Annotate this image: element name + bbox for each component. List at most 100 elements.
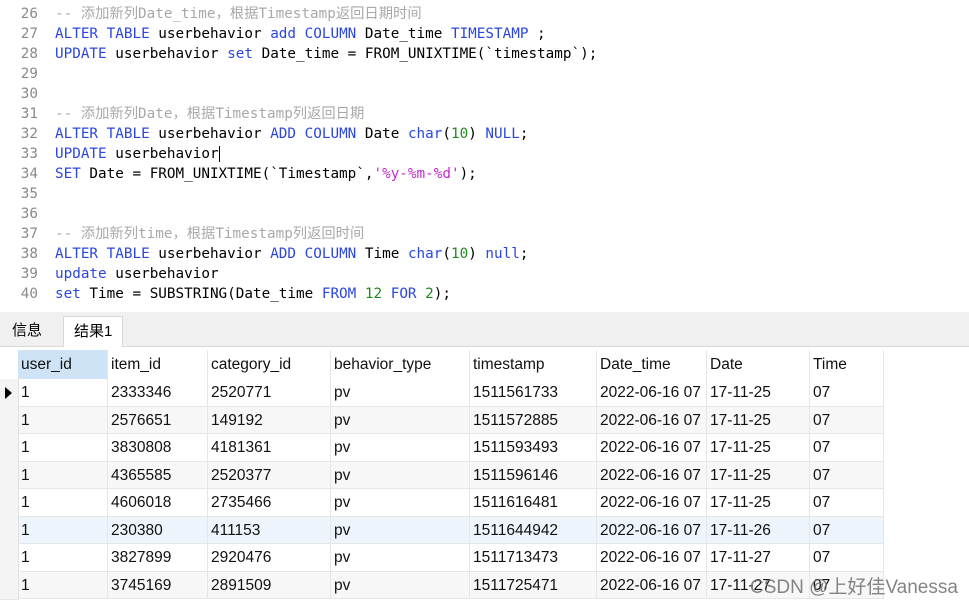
- table-row[interactable]: 1 4606018 2735466 pv 1511616481 2022-06-16 07…: [0, 489, 884, 518]
- tab-result-1[interactable]: 结果1: [63, 316, 124, 347]
- row-indicator[interactable]: [0, 379, 19, 408]
- table-row[interactable]: 1 3830808 4181361 pv 1511593493 2022-06-16 07…: [0, 434, 884, 463]
- cell-date-time[interactable]: 2022-06-16 07: [597, 379, 707, 407]
- cell-timestamp[interactable]: 1511596146: [470, 461, 597, 489]
- cell-user-id[interactable]: 1: [18, 406, 108, 434]
- row-indicator[interactable]: [0, 406, 19, 435]
- cell-timestamp[interactable]: 1511713473: [470, 544, 597, 572]
- cell-item-id[interactable]: 3745169: [108, 571, 208, 599]
- cell-date[interactable]: 17-11-25: [707, 434, 810, 462]
- cell-timestamp[interactable]: 1511561733: [470, 379, 597, 407]
- cell-behavior-type[interactable]: pv: [331, 406, 470, 434]
- column-header-timestamp[interactable]: timestamp: [470, 350, 597, 379]
- cell-category-id[interactable]: 149192: [208, 406, 331, 434]
- row-indicator[interactable]: [0, 489, 19, 518]
- cell-item-id[interactable]: 3830808: [108, 434, 208, 462]
- cell-category-id[interactable]: 2520377: [208, 461, 331, 489]
- cell-item-id[interactable]: 4365585: [108, 461, 208, 489]
- cell-category-id[interactable]: 2891509: [208, 571, 331, 599]
- sql-keyword: ALTER TABLE: [55, 246, 150, 262]
- cell-time[interactable]: 07: [810, 544, 884, 572]
- sql-keyword: ALTER TABLE: [55, 26, 150, 42]
- cell-category-id[interactable]: 2735466: [208, 489, 331, 517]
- line-number: 34: [20, 166, 38, 182]
- table-row[interactable]: 1 3827899 2920476 pv 1511713473 2022-06-16 07…: [0, 544, 884, 573]
- sql-token: (: [442, 246, 451, 262]
- cell-user-id[interactable]: 1: [18, 434, 108, 462]
- table-row[interactable]: 1 2576651 149192 pv 1511572885 2022-06-16 07 1…: [0, 406, 884, 435]
- sql-token: ): [468, 246, 486, 262]
- row-indicator[interactable]: [0, 516, 19, 545]
- cell-date[interactable]: 17-11-25: [707, 379, 810, 407]
- cell-item-id[interactable]: 3827899: [108, 544, 208, 572]
- cell-time[interactable]: 07: [810, 489, 884, 517]
- column-header-category-id[interactable]: category_id: [208, 350, 331, 379]
- cell-user-id[interactable]: 1: [18, 516, 108, 544]
- cell-category-id[interactable]: 411153: [208, 516, 331, 544]
- table-row[interactable]: 1 4365585 2520377 pv 1511596146 2022-06-16 07…: [0, 461, 884, 490]
- cell-item-id[interactable]: 2333346: [108, 379, 208, 407]
- cell-behavior-type[interactable]: pv: [331, 489, 470, 517]
- cell-item-id[interactable]: 4606018: [108, 489, 208, 517]
- column-header-time[interactable]: Time: [810, 350, 884, 379]
- cell-behavior-type[interactable]: pv: [331, 571, 470, 599]
- cell-category-id[interactable]: 2920476: [208, 544, 331, 572]
- cell-behavior-type[interactable]: pv: [331, 544, 470, 572]
- cell-user-id[interactable]: 1: [18, 461, 108, 489]
- cell-date-time[interactable]: 2022-06-16 07: [597, 489, 707, 517]
- line-number: 33: [20, 146, 38, 162]
- cell-date[interactable]: 17-11-25: [707, 406, 810, 434]
- column-header-date[interactable]: Date: [707, 350, 810, 379]
- cell-date-time[interactable]: 2022-06-16 07: [597, 406, 707, 434]
- column-header-item-id[interactable]: item_id: [108, 350, 208, 379]
- cell-date-time[interactable]: 2022-06-16 07: [597, 544, 707, 572]
- row-indicator[interactable]: [0, 434, 19, 463]
- cell-item-id[interactable]: 2576651: [108, 406, 208, 434]
- cell-behavior-type[interactable]: pv: [331, 461, 470, 489]
- cell-behavior-type[interactable]: pv: [331, 379, 470, 407]
- cell-time[interactable]: 07: [810, 516, 884, 544]
- cell-timestamp[interactable]: 1511572885: [470, 406, 597, 434]
- cell-time[interactable]: 07: [810, 406, 884, 434]
- cell-user-id[interactable]: 1: [18, 544, 108, 572]
- cell-behavior-type[interactable]: pv: [331, 434, 470, 462]
- column-header-date-time[interactable]: Date_time: [597, 350, 707, 379]
- column-header-behavior-type[interactable]: behavior_type: [331, 350, 470, 379]
- cell-date-time[interactable]: 2022-06-16 07: [597, 434, 707, 462]
- cell-time[interactable]: 07: [810, 461, 884, 489]
- text-caret: [218, 146, 220, 162]
- cell-item-id[interactable]: 230380: [108, 516, 208, 544]
- column-header-user-id[interactable]: user_id: [18, 350, 108, 379]
- cell-time[interactable]: 07: [810, 379, 884, 407]
- cell-category-id[interactable]: 2520771: [208, 379, 331, 407]
- cell-date[interactable]: 17-11-25: [707, 461, 810, 489]
- cell-user-id[interactable]: 1: [18, 571, 108, 599]
- cell-user-id[interactable]: 1: [18, 489, 108, 517]
- cell-timestamp[interactable]: 1511616481: [470, 489, 597, 517]
- cell-timestamp[interactable]: 1511725471: [470, 571, 597, 599]
- cell-date-time[interactable]: 2022-06-16 07: [597, 461, 707, 489]
- cell-timestamp[interactable]: 1511593493: [470, 434, 597, 462]
- sql-token: userbehavior: [106, 46, 228, 62]
- tab-info[interactable]: 信息: [2, 316, 52, 346]
- row-indicator[interactable]: [0, 544, 19, 573]
- table-row[interactable]: 1 2333346 2520771 pv 1511561733 2022-06-16 07…: [0, 379, 884, 408]
- cell-timestamp[interactable]: 1511644942: [470, 516, 597, 544]
- cell-user-id[interactable]: 1: [18, 379, 108, 407]
- row-indicator[interactable]: [0, 461, 19, 490]
- cell-time[interactable]: 07: [810, 434, 884, 462]
- cell-date[interactable]: 17-11-27: [707, 544, 810, 572]
- sql-editor[interactable]: 26 -- 添加新列Date_time，根据Timestamp返回日期时间 27 AL…: [0, 0, 969, 312]
- cell-date[interactable]: 17-11-25: [707, 489, 810, 517]
- sql-keyword: FOR: [390, 286, 417, 302]
- cell-behavior-type[interactable]: pv: [331, 516, 470, 544]
- cell-date-time[interactable]: 2022-06-16 07: [597, 571, 707, 599]
- cell-date-time[interactable]: 2022-06-16 07: [597, 516, 707, 544]
- sql-token: Date = FROM_UNIXTIME(`Timestamp`,: [80, 166, 374, 182]
- row-indicator[interactable]: [0, 571, 19, 600]
- sql-token: );: [433, 286, 451, 302]
- sql-keyword: TIMESTAMP: [450, 26, 529, 42]
- table-row[interactable]: 1 230380 411153 pv 1511644942 2022-06-16 07 17…: [0, 516, 884, 545]
- cell-date[interactable]: 17-11-26: [707, 516, 810, 544]
- cell-category-id[interactable]: 4181361: [208, 434, 331, 462]
